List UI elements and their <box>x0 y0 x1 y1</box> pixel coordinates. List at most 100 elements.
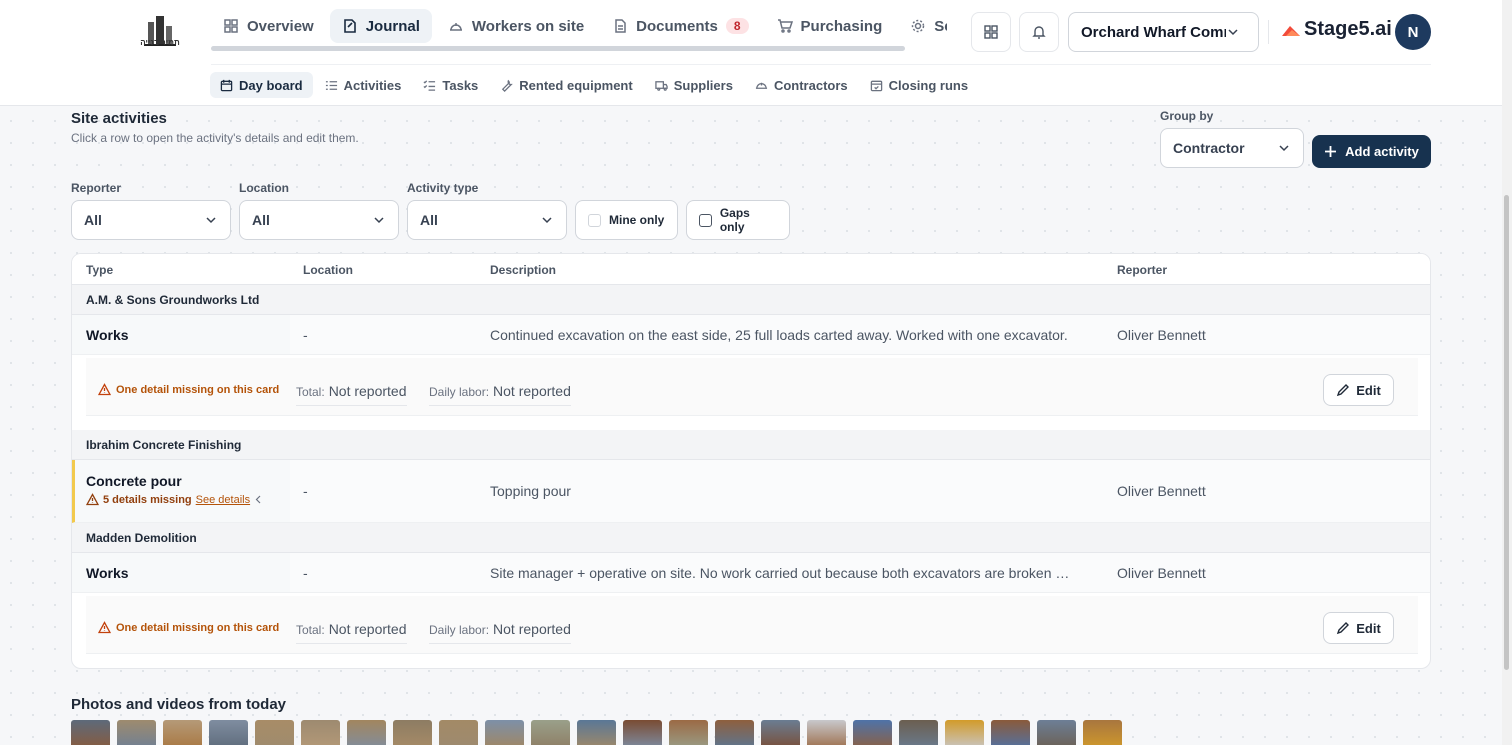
gear-icon <box>911 19 925 33</box>
column-header-location[interactable]: Location <box>303 263 353 277</box>
total-label: Total: <box>296 623 325 637</box>
nav-settings-label: Setti <box>934 17 947 35</box>
photo-thumbnail[interactable] <box>761 720 800 745</box>
photo-thumbnail[interactable] <box>1037 720 1076 745</box>
mine-only-toggle[interactable]: Mine only <box>575 200 678 240</box>
project-selector[interactable]: Orchard Wharf Commercial <box>1068 12 1259 52</box>
helmet-icon <box>755 82 768 89</box>
photo-thumbnail[interactable] <box>1083 720 1122 745</box>
avatar[interactable]: N <box>1395 14 1431 50</box>
photo-thumbnail[interactable] <box>807 720 846 745</box>
photo-thumbnail[interactable] <box>623 720 662 745</box>
group-by-value: Contractor <box>1173 140 1245 156</box>
photo-thumbnail[interactable] <box>853 720 892 745</box>
subtab-tasks[interactable]: Tasks <box>413 72 488 98</box>
photo-thumbnail[interactable] <box>255 720 294 745</box>
chevron-down-icon <box>542 217 552 224</box>
total-field: Total: Not reported <box>296 383 407 406</box>
notifications-button[interactable] <box>1019 12 1059 52</box>
top-header: תמיר בנייה Overview Journal Workers on s… <box>0 0 1502 106</box>
missing-detail-warning: One detail missing on this card <box>98 621 279 634</box>
apps-button[interactable] <box>971 12 1011 52</box>
subtab-suppliers[interactable]: Suppliers <box>645 72 743 98</box>
photo-thumbnail[interactable] <box>991 720 1030 745</box>
chevron-down-icon <box>1279 145 1289 152</box>
missing-details-count: 5 details missing <box>103 493 192 506</box>
page-title: Site activities <box>71 110 167 127</box>
subtab-contractors[interactable]: Contractors <box>745 72 858 98</box>
photo-thumbnail[interactable] <box>163 720 202 745</box>
nav-purchasing[interactable]: Purchasing <box>765 9 895 43</box>
chevron-down-icon <box>206 217 216 224</box>
nav-workers-on-site[interactable]: Workers on site <box>436 9 596 43</box>
subtab-tasks-label: Tasks <box>442 77 479 93</box>
column-header-description[interactable]: Description <box>490 263 556 277</box>
gaps-only-toggle[interactable]: Gaps only <box>686 200 790 240</box>
photo-thumbnail[interactable] <box>531 720 570 745</box>
edit-button[interactable]: Edit <box>1323 612 1394 644</box>
apps-grid-icon <box>984 25 998 39</box>
photo-thumbnail[interactable] <box>301 720 340 745</box>
photos-section-title: Photos and videos from today <box>71 696 287 713</box>
photo-thumbnail[interactable] <box>209 720 248 745</box>
subtab-rented-equipment[interactable]: Rented equipment <box>490 72 642 98</box>
calendar-icon <box>220 79 233 91</box>
column-header-type[interactable]: Type <box>86 263 113 277</box>
table-row[interactable]: Concrete pour 5 details missing See deta… <box>72 460 1430 523</box>
column-header-reporter[interactable]: Reporter <box>1117 263 1167 277</box>
header-divider <box>1268 20 1269 44</box>
table-header: Type Location Description Reporter <box>72 254 1430 285</box>
type-cell <box>75 460 290 522</box>
activity-reporter: Oliver Bennett <box>1117 565 1206 581</box>
photo-thumbnail[interactable] <box>899 720 938 745</box>
subtab-closing-runs[interactable]: Closing runs <box>860 72 978 98</box>
chevron-left-icon[interactable] <box>254 495 263 504</box>
scrollbar-thumb[interactable] <box>1504 195 1509 670</box>
page-scrollbar[interactable] <box>1502 0 1512 745</box>
photo-thumbnail[interactable] <box>117 720 156 745</box>
group-by-select[interactable]: Contractor <box>1160 128 1304 168</box>
table-row[interactable]: Works - Site manager + operative on site… <box>72 553 1430 593</box>
activity-description: Site manager + operative on site. No wor… <box>490 565 1070 581</box>
subtab-activities[interactable]: Activities <box>315 72 412 98</box>
total-label: Total: <box>296 385 325 399</box>
activity-location: - <box>303 483 308 499</box>
photo-thumbnail[interactable] <box>393 720 432 745</box>
gaps-only-checkbox[interactable] <box>699 213 712 227</box>
photo-thumbnail[interactable] <box>669 720 708 745</box>
missing-detail-text: One detail missing on this card <box>116 383 280 396</box>
nav-journal[interactable]: Journal <box>329 9 432 43</box>
table-row[interactable]: Works - Continued excavation on the east… <box>72 315 1430 355</box>
edit-label: Edit <box>1356 382 1381 398</box>
edit-button[interactable]: Edit <box>1323 374 1394 406</box>
activity-type-filter[interactable]: All <box>407 200 567 240</box>
missing-details-indicator: 5 details missing See details <box>86 493 263 506</box>
mine-only-checkbox[interactable] <box>588 213 601 227</box>
photo-thumbnail[interactable] <box>577 720 616 745</box>
subtab-day-board[interactable]: Day board <box>210 72 313 98</box>
subtab-rented-equipment-label: Rented equipment <box>519 77 633 93</box>
daily-labor-value: Not reported <box>493 383 571 399</box>
daily-labor-label: Daily labor: <box>429 385 490 399</box>
document-icon <box>615 19 626 33</box>
reporter-filter[interactable]: All <box>71 200 231 240</box>
photo-thumbnail[interactable] <box>485 720 524 745</box>
photo-thumbnail[interactable] <box>347 720 386 745</box>
nav-settings[interactable]: Setti <box>898 9 947 43</box>
add-activity-button[interactable]: Add activity <box>1312 135 1431 168</box>
missing-detail-text: One detail missing on this card <box>116 621 280 634</box>
photo-thumbnail[interactable] <box>439 720 478 745</box>
see-details-link[interactable]: See details <box>196 494 250 506</box>
photo-thumbnail[interactable] <box>715 720 754 745</box>
location-filter[interactable]: All <box>239 200 399 240</box>
nav-documents[interactable]: Documents 8 <box>600 9 760 43</box>
nav-overview[interactable]: Overview <box>211 9 326 43</box>
pencil-icon <box>1337 384 1350 397</box>
photo-thumbnail[interactable] <box>71 720 110 745</box>
nav-scrollbar[interactable] <box>211 46 905 51</box>
photo-thumbnail[interactable] <box>945 720 984 745</box>
nav-journal-label: Journal <box>365 17 420 35</box>
brand-name: Stage5.ai <box>1304 18 1392 40</box>
total-value: Not reported <box>328 383 407 399</box>
warning-icon <box>98 383 111 396</box>
